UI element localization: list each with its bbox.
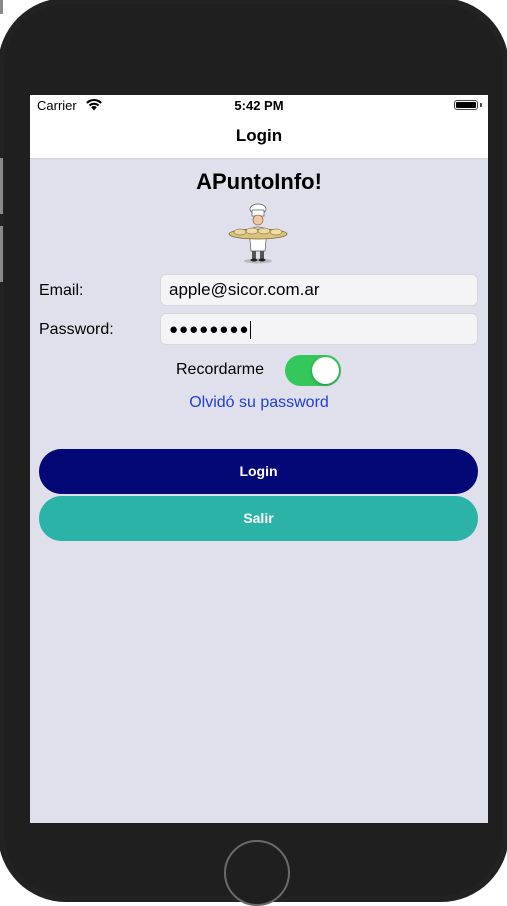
- password-field[interactable]: ●●●●●●●●: [160, 313, 478, 345]
- device-side-button: [0, 0, 3, 14]
- email-field[interactable]: apple@sicor.com.ar: [160, 274, 478, 306]
- email-label: Email:: [39, 282, 84, 299]
- password-value: ●●●●●●●●: [169, 321, 250, 338]
- status-time: 5:42 PM: [234, 98, 284, 113]
- status-bar: Carrier 5:42 PM: [30, 95, 488, 115]
- password-label: Password:: [39, 321, 114, 338]
- app-screen: Carrier 5:42 PM Login APuntoInfo! Email:…: [30, 95, 488, 823]
- exit-button[interactable]: Salir: [39, 496, 478, 541]
- battery-icon: [454, 100, 478, 110]
- app-title: APuntoInfo!: [196, 169, 322, 194]
- text-caret: [250, 320, 252, 339]
- nav-title: Login: [235, 126, 283, 145]
- forgot-password-link[interactable]: Olvidó su password: [30, 394, 488, 412]
- chef-logo-icon: [228, 203, 288, 264]
- home-button[interactable]: [224, 840, 290, 906]
- toggle-knob: [312, 357, 339, 384]
- remember-label: Recordarme: [176, 361, 265, 378]
- remember-toggle[interactable]: [285, 355, 341, 386]
- battery-tip: [480, 103, 482, 107]
- login-button[interactable]: Login: [39, 449, 478, 494]
- navigation-bar: Login: [30, 115, 488, 159]
- device-side-button: [0, 158, 3, 214]
- device-side-button: [0, 226, 3, 282]
